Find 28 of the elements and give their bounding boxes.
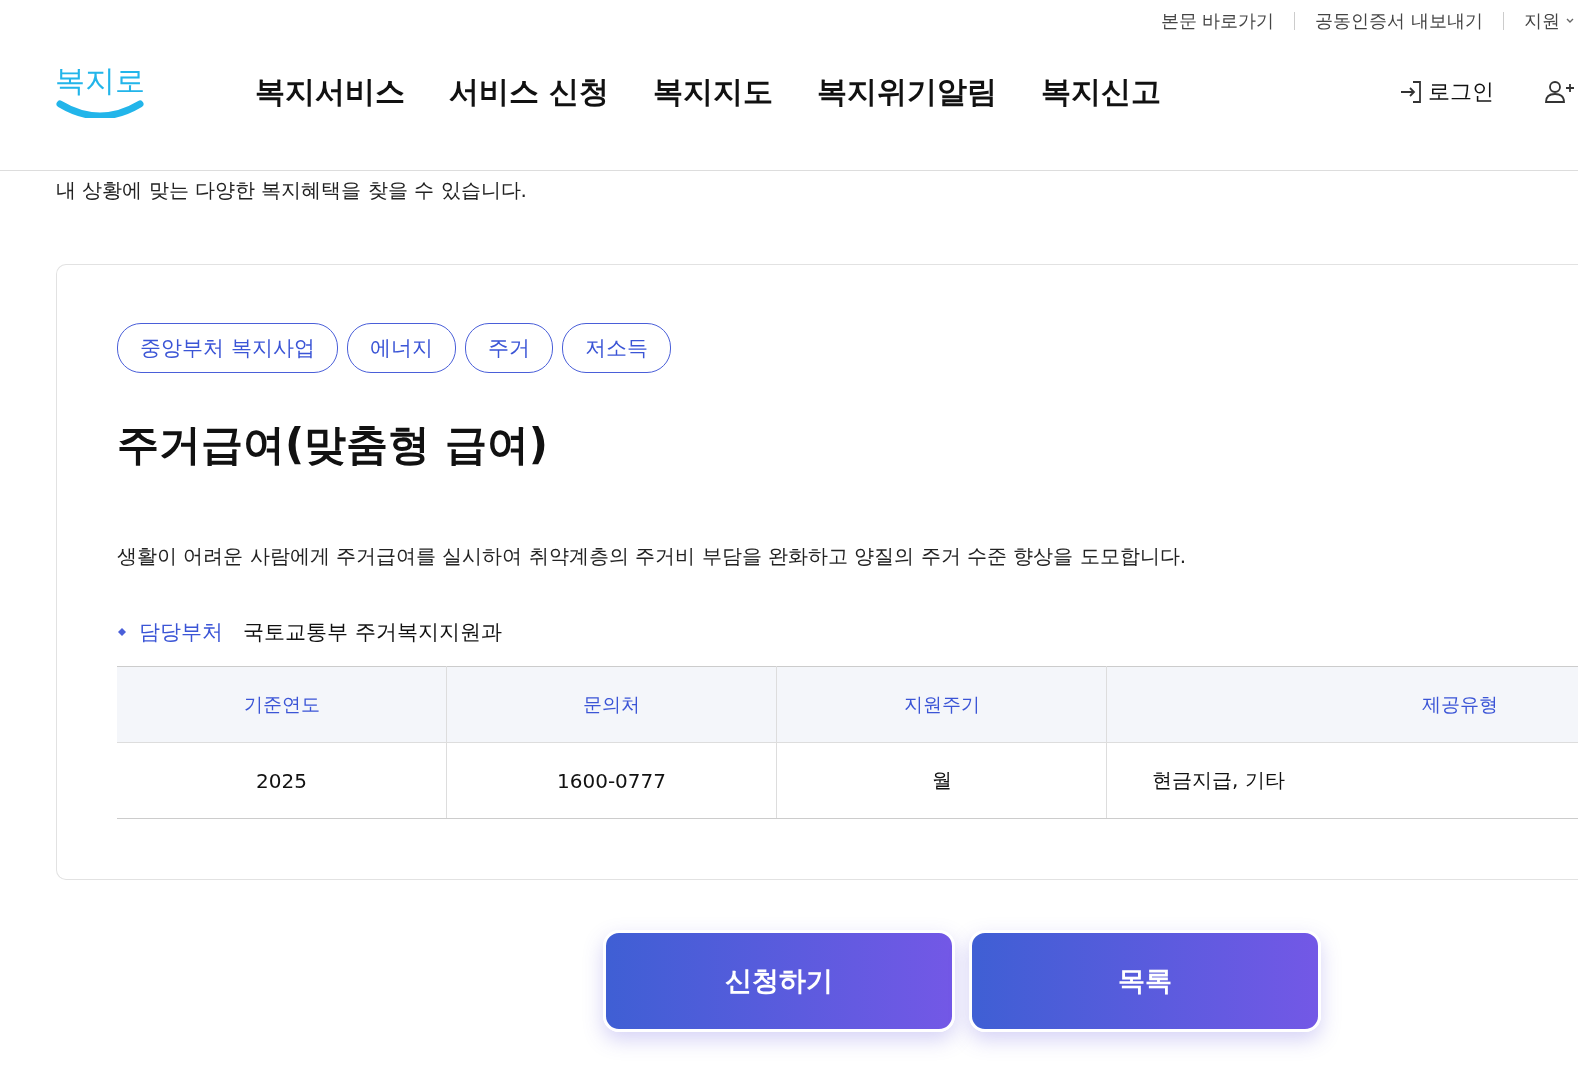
- column-header: 지원주기: [776, 666, 1107, 743]
- department-label: 담당부처: [139, 619, 223, 646]
- nav-item[interactable]: 복지지도: [653, 71, 774, 113]
- nav-item[interactable]: 복지위기알림: [817, 71, 998, 113]
- table-cell: 월: [776, 742, 1107, 819]
- action-button[interactable]: 목록: [969, 930, 1321, 1032]
- nav-item[interactable]: 서비스 신청: [449, 71, 610, 113]
- table-cell: 1600-0777: [446, 742, 777, 819]
- service-description: 생활이 어려운 사람에게 주거급여를 실시하여 취약계층의 주거비 부담을 완화하고 양질의 주거 수준 향상을 도모합니다.: [117, 543, 1187, 570]
- utility-link[interactable]: 공동인증서 내보내기: [1315, 9, 1483, 33]
- column-header: 기준연도: [117, 666, 447, 743]
- service-title: 주거급여(맞춤형 급여): [117, 419, 549, 471]
- column-header: 제공유형: [1106, 666, 1578, 743]
- category-tag[interactable]: 저소득: [561, 323, 671, 373]
- table-cell: 2025: [117, 742, 447, 819]
- category-tag[interactable]: 에너지: [346, 323, 456, 373]
- department-value: 국토교통부 주거복지지원과: [243, 619, 502, 646]
- utility-link[interactable]: 본문 바로가기: [1160, 9, 1275, 33]
- intro-text: 내 상황에 맞는 다양한 복지혜택을 찾을 수 있습니다.: [56, 177, 528, 204]
- table-cell: 현금지급, 기타: [1106, 742, 1578, 819]
- nav-item[interactable]: 복지신고: [1041, 71, 1162, 113]
- column-header: 문의처: [446, 666, 777, 743]
- utility-link[interactable]: 지원: [1524, 9, 1560, 33]
- action-button[interactable]: 신청하기: [603, 930, 955, 1032]
- category-tag[interactable]: 중앙부처 복지사업: [117, 323, 338, 373]
- login-link[interactable]: 로그인: [1398, 77, 1494, 107]
- nav-item[interactable]: 복지서비스: [255, 71, 405, 113]
- category-tag[interactable]: 주거: [464, 323, 553, 373]
